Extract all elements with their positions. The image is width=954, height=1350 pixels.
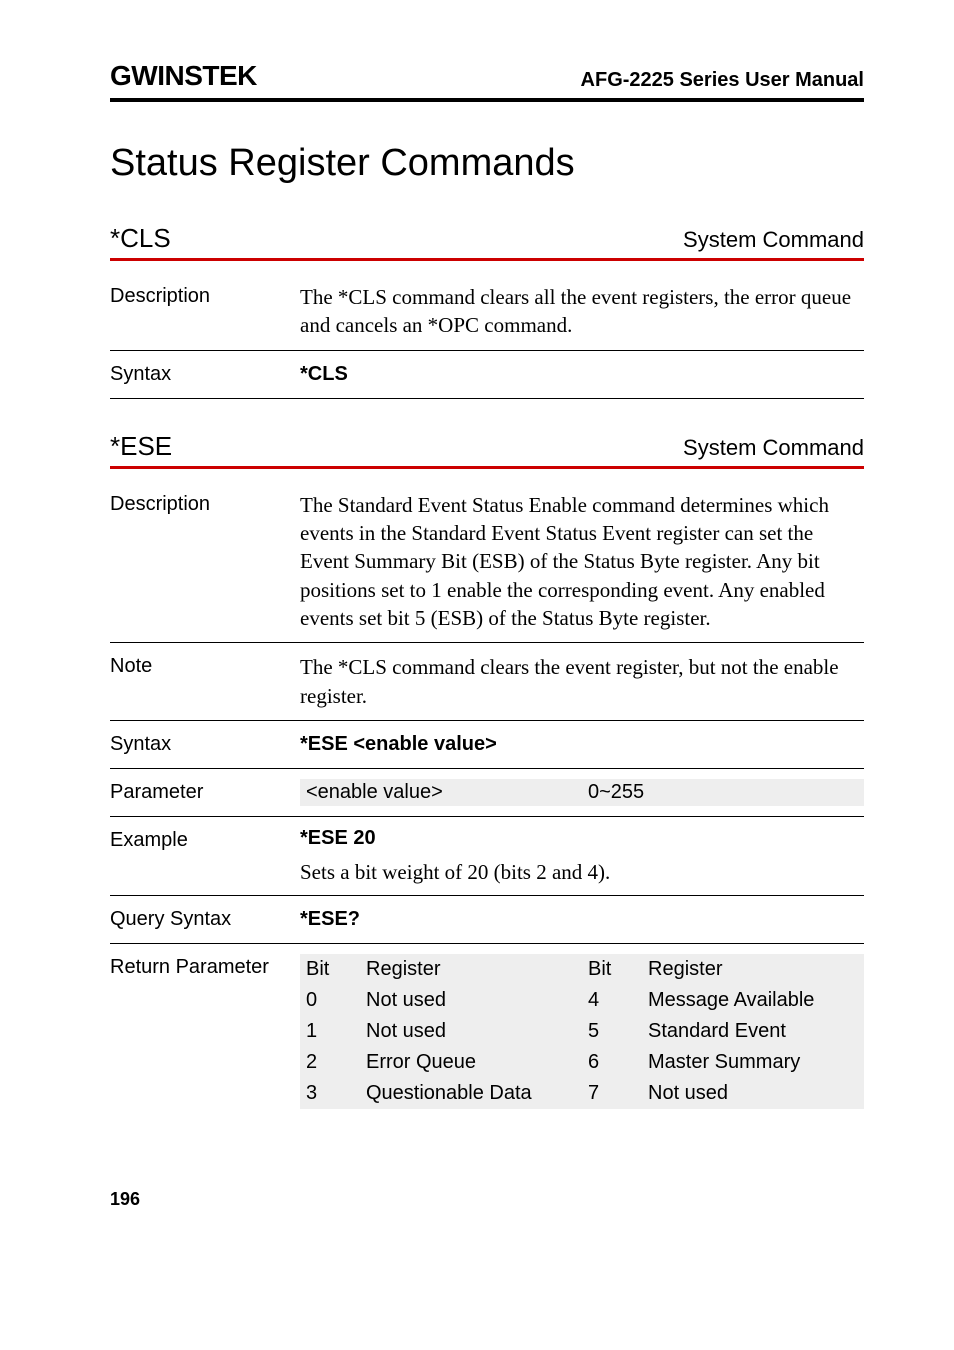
note-label: Note <box>110 653 300 710</box>
example-desc: Sets a bit weight of 20 (bits 2 and 4). <box>300 860 864 885</box>
command-type: System Command <box>683 227 864 253</box>
bit-2: 2 <box>300 1047 360 1078</box>
bit-0: 0 <box>300 985 360 1016</box>
description-label: Description <box>110 283 300 340</box>
bit-header: Bit <box>300 954 360 985</box>
description-body: The *CLS command clears all the event re… <box>300 283 864 340</box>
syntax-label: Syntax <box>110 731 300 758</box>
page-number: 196 <box>110 1189 864 1210</box>
return-parameter-row: Return Parameter Bit Register Bit Regist… <box>110 944 864 1119</box>
bit-1: 1 <box>300 1016 360 1047</box>
parameter-grid: <enable value> 0~255 <box>300 779 864 806</box>
page-header: GWINSTEK AFG-2225 Series User Manual <box>110 60 864 102</box>
bit-4-desc: Message Available <box>642 985 864 1016</box>
description-label: Description <box>110 491 300 633</box>
page-title: Status Register Commands <box>110 142 864 185</box>
bit-6-desc: Master Summary <box>642 1047 864 1078</box>
example-command: *ESE 20 <box>300 827 864 850</box>
syntax-row: Syntax *ESE <enable value> <box>110 721 864 769</box>
description-body: The Standard Event Status Enable command… <box>300 491 864 633</box>
return-label: Return Parameter <box>110 954 300 1109</box>
bit-7: 7 <box>582 1078 642 1109</box>
syntax-label: Syntax <box>110 361 300 388</box>
syntax-row: Syntax *CLS <box>110 351 864 399</box>
bit-7-desc: Not used <box>642 1078 864 1109</box>
bit-5-desc: Standard Event <box>642 1016 864 1047</box>
description-row: Description The *CLS command clears all … <box>110 273 864 351</box>
command-name: *ESE <box>110 431 172 462</box>
bit-4: 4 <box>582 985 642 1016</box>
example-label: Example <box>110 827 300 885</box>
bit-6: 6 <box>582 1047 642 1078</box>
section-ese: *ESE System Command Description The Stan… <box>110 431 864 1119</box>
bit-header: Bit <box>582 954 642 985</box>
bit-0-desc: Not used <box>360 985 582 1016</box>
bit-3-desc: Questionable Data <box>360 1078 582 1109</box>
description-row: Description The Standard Event Status En… <box>110 481 864 644</box>
syntax-body: *CLS <box>300 361 864 388</box>
command-heading-row: *CLS System Command <box>110 223 864 261</box>
command-heading-row: *ESE System Command <box>110 431 864 469</box>
parameter-label: Parameter <box>110 779 300 806</box>
param-range: 0~255 <box>582 779 864 806</box>
syntax-body: *ESE <enable value> <box>300 731 864 758</box>
command-type: System Command <box>683 435 864 461</box>
parameter-row: Parameter <enable value> 0~255 <box>110 769 864 817</box>
command-name: *CLS <box>110 223 171 254</box>
bit-1-desc: Not used <box>360 1016 582 1047</box>
query-label: Query Syntax <box>110 906 300 933</box>
example-body: *ESE 20 Sets a bit weight of 20 (bits 2 … <box>300 827 864 885</box>
bit-3: 3 <box>300 1078 360 1109</box>
bit-5: 5 <box>582 1016 642 1047</box>
example-row: Example *ESE 20 Sets a bit weight of 20 … <box>110 817 864 896</box>
query-body: *ESE? <box>300 906 864 933</box>
register-header: Register <box>360 954 582 985</box>
param-name: <enable value> <box>300 779 582 806</box>
brand-text: GWINSTEK <box>110 60 257 92</box>
brand-logo: GWINSTEK <box>110 60 257 92</box>
section-cls: *CLS System Command Description The *CLS… <box>110 223 864 399</box>
register-header: Register <box>642 954 864 985</box>
query-row: Query Syntax *ESE? <box>110 896 864 944</box>
return-table: Bit Register Bit Register 0 Not used 4 M… <box>300 954 864 1109</box>
note-body: The *CLS command clears the event regist… <box>300 653 864 710</box>
note-row: Note The *CLS command clears the event r… <box>110 643 864 721</box>
doc-name: AFG-2225 Series User Manual <box>581 69 864 92</box>
bit-2-desc: Error Queue <box>360 1047 582 1078</box>
